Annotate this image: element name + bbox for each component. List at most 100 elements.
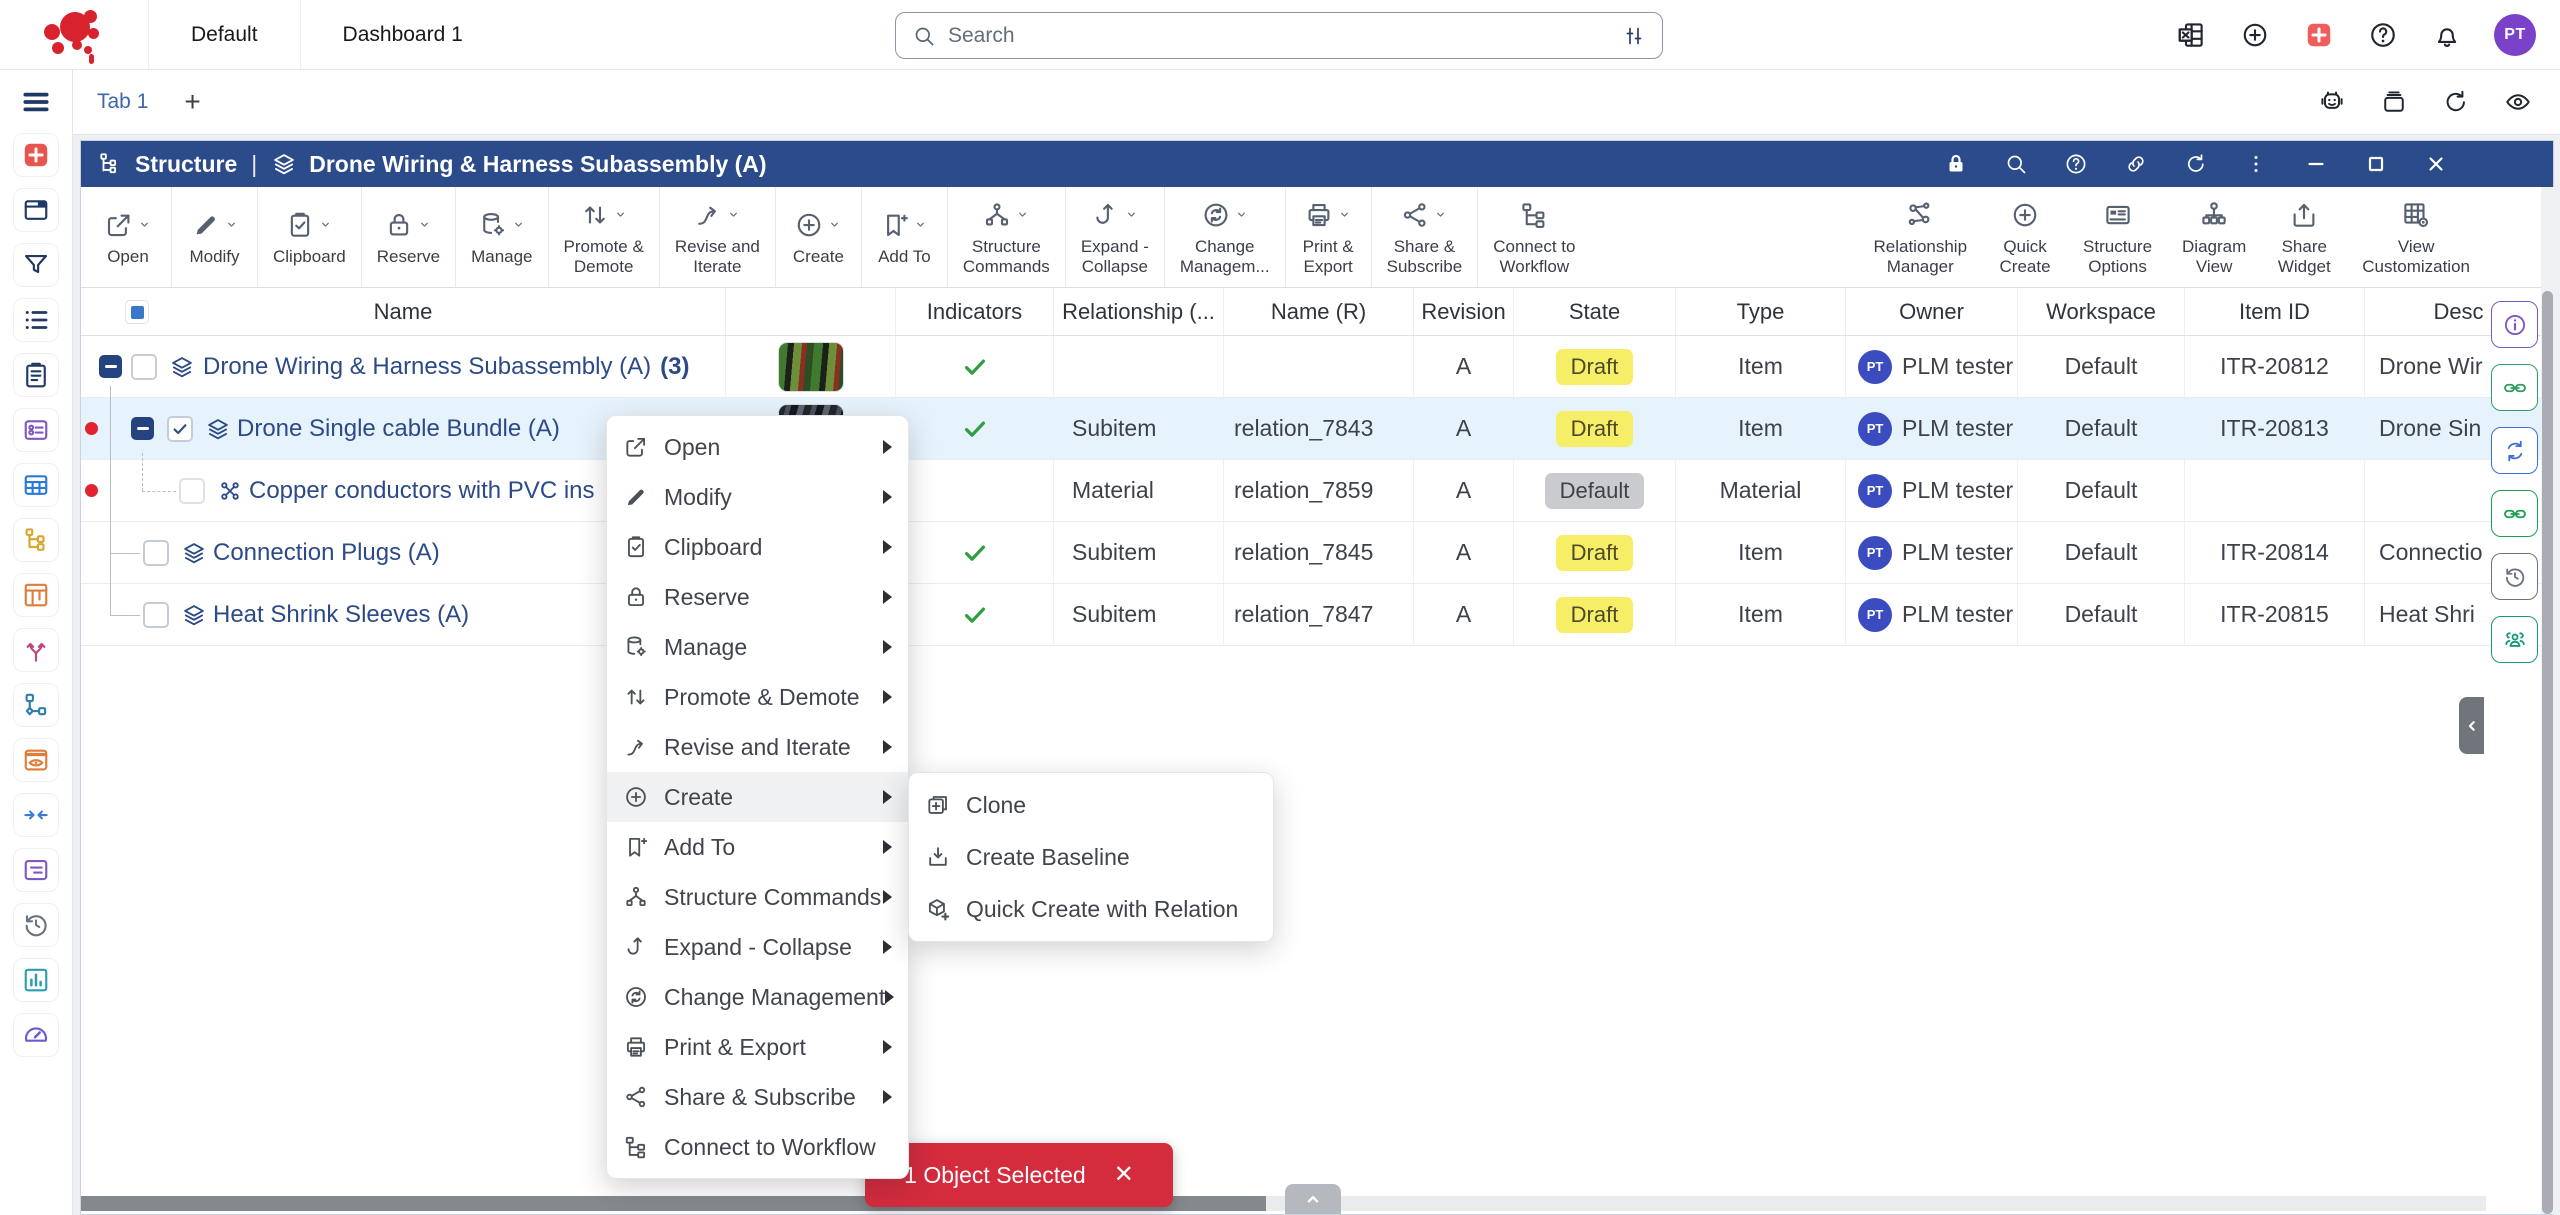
column-header-thumbnail[interactable] xyxy=(726,288,896,335)
toolbar-create-button[interactable]: Create xyxy=(774,187,861,287)
tray-button[interactable] xyxy=(2378,86,2410,118)
table-row-2[interactable]: Drone Single cable Bundle (A) Subitem rela… xyxy=(81,398,2553,460)
user-avatar[interactable]: PT xyxy=(2494,13,2536,56)
row-checkbox[interactable] xyxy=(167,416,193,442)
kebab-button[interactable] xyxy=(2243,151,2269,177)
sidebar-item-branch-split[interactable] xyxy=(13,628,59,672)
column-header-owner[interactable]: Owner xyxy=(1846,288,2018,335)
row-action-link-h-button[interactable] xyxy=(2491,490,2538,537)
row-checkbox[interactable] xyxy=(131,354,157,380)
toast-close-icon[interactable]: ✕ xyxy=(1114,1163,1134,1187)
search-input[interactable] xyxy=(948,23,1622,48)
robot-button[interactable] xyxy=(2316,86,2348,118)
vertical-scrollbar[interactable] xyxy=(2541,187,2554,1214)
horizontal-scrollbar[interactable] xyxy=(81,1196,2486,1211)
menu-item-promote-demote[interactable]: Promote & Demote xyxy=(607,672,908,722)
toolbar-diagram-view-button[interactable]: Diagram View xyxy=(2167,187,2261,287)
toolbar-connect-to-workflow-button[interactable]: Connect to Workflow xyxy=(1477,187,1590,287)
column-header-revision[interactable]: Revision xyxy=(1414,288,1514,335)
toolbar-promote-demote-button[interactable]: Promote & Demote xyxy=(547,187,659,287)
plus-square-button[interactable] xyxy=(2302,18,2336,52)
column-header-type[interactable]: Type xyxy=(1676,288,1846,335)
link-button[interactable] xyxy=(2123,151,2149,177)
column-header-item-id[interactable]: Item ID xyxy=(2185,288,2365,335)
row-action-history-button[interactable] xyxy=(2491,553,2538,600)
sidebar-item-gauge[interactable] xyxy=(13,1013,59,1057)
toolbar-share-subscribe-button[interactable]: Share & Subscribe xyxy=(1370,187,1478,287)
menu-item-revise-and-iterate[interactable]: Revise and Iterate xyxy=(607,722,908,772)
column-header-state[interactable]: State xyxy=(1514,288,1676,335)
sidebar-item-kanban[interactable] xyxy=(13,573,59,617)
select-all-checkbox[interactable] xyxy=(125,300,149,324)
panel-collapse-handle[interactable] xyxy=(2459,697,2484,754)
sidebar-item-eye-window[interactable] xyxy=(13,738,59,782)
column-header-workspace[interactable]: Workspace xyxy=(2018,288,2185,335)
menu-item-print-export[interactable]: Print & Export xyxy=(607,1022,908,1072)
close-button[interactable] xyxy=(2423,151,2449,177)
toolbar-change-managem-button[interactable]: Change Managem... xyxy=(1163,187,1285,287)
sidebar-item-funnel[interactable] xyxy=(13,243,59,287)
plus-circle-button[interactable] xyxy=(2238,18,2272,52)
dashboard-tab[interactable]: Dashboard 1 xyxy=(299,0,505,69)
toolbar-structure-options-button[interactable]: Structure Options xyxy=(2068,187,2167,287)
column-header-relationship[interactable]: Relationship (... xyxy=(1054,288,1224,335)
table-row-4[interactable]: Connection Plugs (A) Subitem relation_7845… xyxy=(81,522,2553,584)
tab-1[interactable]: Tab 1 xyxy=(97,90,148,114)
toolbar-structure-commands-button[interactable]: Structure Commands xyxy=(946,187,1065,287)
submenu-item-clone[interactable]: Clone xyxy=(909,779,1273,831)
bell-button[interactable] xyxy=(2430,18,2464,52)
scroll-up-button[interactable] xyxy=(1285,1184,1341,1214)
excel-grid-button[interactable] xyxy=(2174,18,2208,52)
column-header-name[interactable]: Name xyxy=(81,288,726,335)
toolbar-print-export-button[interactable]: Print & Export xyxy=(1284,187,1371,287)
row-action-info-button[interactable] xyxy=(2491,301,2538,348)
sidebar-item-window-browser[interactable] xyxy=(13,188,59,232)
row-checkbox[interactable] xyxy=(179,478,205,504)
menu-item-open[interactable]: Open xyxy=(607,422,908,472)
sidebar-item-form-card[interactable] xyxy=(13,408,59,452)
row-action-sync-button[interactable] xyxy=(2491,427,2538,474)
toolbar-clipboard-button[interactable]: Clipboard xyxy=(257,187,361,287)
help-button[interactable] xyxy=(2063,151,2089,177)
column-header-indicators[interactable]: Indicators xyxy=(896,288,1054,335)
refresh-button[interactable] xyxy=(2183,151,2209,177)
menu-item-structure-commands[interactable]: Structure Commands xyxy=(607,872,908,922)
sidebar-item-grid-table[interactable] xyxy=(13,463,59,507)
tree-collapse-toggle[interactable] xyxy=(99,355,122,378)
menu-item-expand-collapse[interactable]: Expand - Collapse xyxy=(607,922,908,972)
table-row-3[interactable]: Copper conductors with PVC ins Material re… xyxy=(81,460,2553,522)
toolbar-open-button[interactable]: Open xyxy=(85,187,171,287)
row-action-people-button[interactable] xyxy=(2491,616,2538,663)
toolbar-revise-and-iterate-button[interactable]: Revise and Iterate xyxy=(658,187,775,287)
hamburger-menu-button[interactable] xyxy=(14,82,58,122)
toolbar-reserve-button[interactable]: Reserve xyxy=(360,187,455,287)
toolbar-add-to-button[interactable]: Add To xyxy=(860,187,947,287)
minimize-button[interactable] xyxy=(2303,151,2329,177)
sidebar-item-converge[interactable] xyxy=(13,793,59,837)
sidebar-item-history[interactable] xyxy=(13,903,59,947)
app-logo[interactable] xyxy=(0,0,148,69)
sidebar-item-doc-lines[interactable] xyxy=(13,848,59,892)
sidebar-item-plus-square[interactable] xyxy=(13,133,59,177)
column-header-name-r[interactable]: Name (R) xyxy=(1224,288,1414,335)
row-checkbox[interactable] xyxy=(143,540,169,566)
help-button[interactable] xyxy=(2366,18,2400,52)
toolbar-share-widget-button[interactable]: Share Widget xyxy=(2261,187,2347,287)
add-tab-button[interactable]: + xyxy=(184,86,200,118)
sidebar-item-workflow-teal[interactable] xyxy=(13,683,59,727)
row-action-link-h-button[interactable] xyxy=(2491,364,2538,411)
table-row-5[interactable]: Heat Shrink Sleeves (A) Subitem relation_7… xyxy=(81,584,2553,646)
lock-button[interactable] xyxy=(1943,151,1969,177)
menu-item-connect-to-workflow[interactable]: Connect to Workflow xyxy=(607,1122,908,1172)
menu-item-add-to[interactable]: Add To xyxy=(607,822,908,872)
submenu-item-create-baseline[interactable]: Create Baseline xyxy=(909,831,1273,883)
table-row-1[interactable]: Drone Wiring & Harness Subassembly (A) (3… xyxy=(81,336,2553,398)
menu-item-share-subscribe[interactable]: Share & Subscribe xyxy=(607,1072,908,1122)
search-filter-icon[interactable] xyxy=(1622,24,1646,48)
toolbar-modify-button[interactable]: Modify xyxy=(171,187,257,287)
tree-collapse-toggle[interactable] xyxy=(131,417,154,440)
toolbar-expand-collapse-button[interactable]: Expand - Collapse xyxy=(1064,187,1164,287)
toolbar-quick-create-button[interactable]: Quick Create xyxy=(1982,187,2068,287)
workspace-tab-default[interactable]: Default xyxy=(148,0,300,69)
toolbar-view-customization-button[interactable]: View Customization xyxy=(2347,187,2485,287)
